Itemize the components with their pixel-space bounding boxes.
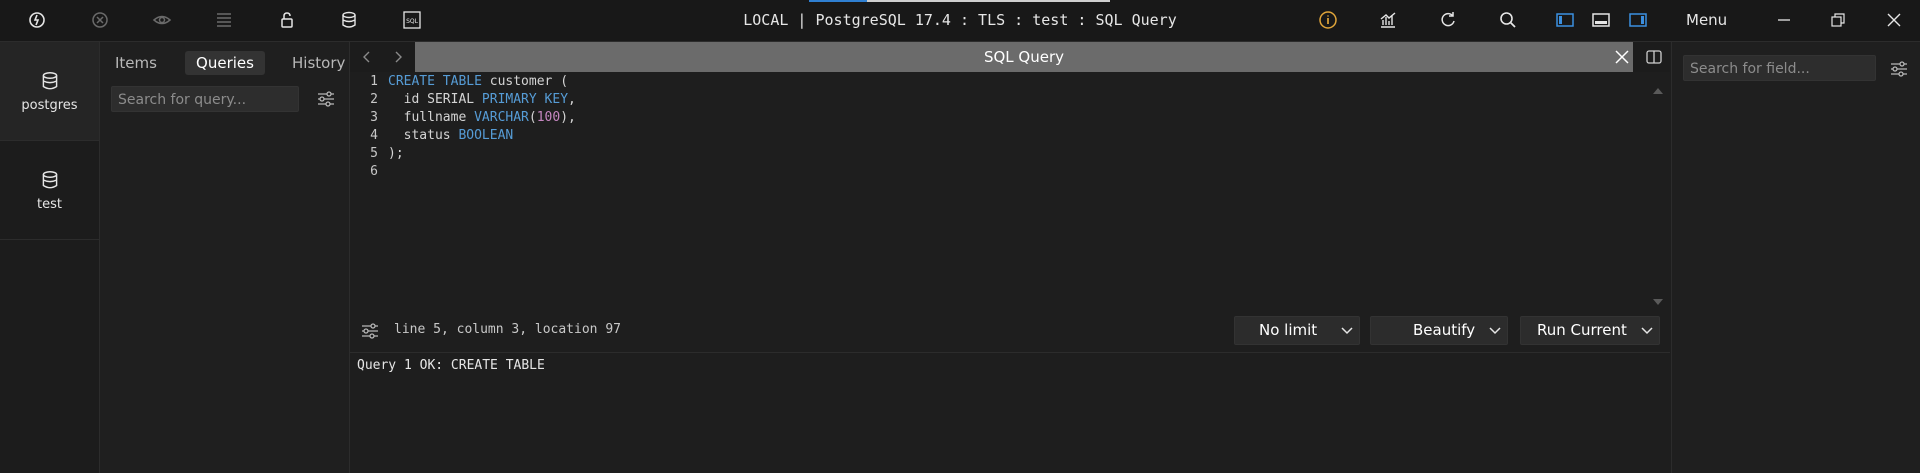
menu-button[interactable]: Menu [1686, 0, 1727, 41]
chevron-down-icon [1489, 327, 1501, 335]
code-line: status BOOLEAN [388, 128, 514, 143]
database-icon [42, 170, 57, 188]
editor-tab-title: SQL Query [983, 48, 1065, 66]
svg-text:SQL: SQL [406, 18, 419, 25]
right-panel-icon[interactable] [1626, 8, 1650, 32]
code-token: status [388, 128, 459, 143]
split-view-icon[interactable] [1645, 48, 1663, 66]
code-token: , [568, 92, 576, 107]
left-panel-icon[interactable] [1553, 8, 1577, 32]
info-icon[interactable] [1316, 8, 1340, 32]
list-icon[interactable] [212, 8, 236, 32]
sql-editor[interactable] [350, 72, 1660, 312]
db-item-test[interactable]: test [0, 141, 99, 240]
fields-panel [1671, 42, 1920, 473]
database-icon [42, 71, 57, 89]
code-token: id SERIAL [388, 92, 482, 107]
db-item-label: test [37, 196, 62, 212]
output-divider [350, 352, 1670, 353]
limit-label: No limit [1259, 321, 1318, 339]
line-number: 6 [370, 164, 378, 179]
scroll-up-icon[interactable] [1652, 80, 1664, 99]
line-number: 5 [370, 146, 378, 161]
tab-queries[interactable]: Queries [185, 51, 265, 75]
line-number: 4 [370, 128, 378, 143]
eye-icon[interactable] [150, 8, 174, 32]
code-token: ); [388, 146, 404, 161]
code-line: CREATE TABLE customer ( [388, 74, 568, 89]
beautify-label: Beautify [1413, 321, 1476, 339]
code-line: fullname VARCHAR(100), [388, 110, 576, 125]
field-search-input[interactable]: Search for field... [1683, 55, 1876, 81]
db-item-postgres[interactable]: postgres [0, 42, 99, 141]
query-output: Query 1 OK: CREATE TABLE [357, 358, 545, 373]
minimize-icon[interactable] [1772, 8, 1796, 32]
disconnect-icon[interactable] [88, 8, 112, 32]
title-accent [809, 0, 867, 2]
search-icon[interactable] [1496, 8, 1520, 32]
chart-icon[interactable] [1376, 8, 1400, 32]
line-number: 1 [370, 74, 378, 89]
run-current-label: Run Current [1537, 321, 1627, 339]
code-token: customer ( [481, 74, 569, 89]
chevron-down-icon [1641, 327, 1653, 335]
cursor-position: line 5, column 3, location 97 [394, 322, 621, 337]
chevron-down-icon [1341, 327, 1353, 335]
chevron-left-icon[interactable] [359, 48, 375, 66]
code-token: 100 [536, 110, 561, 125]
tab-history[interactable]: History [292, 51, 345, 75]
code-line: id SERIAL PRIMARY KEY, [388, 92, 576, 107]
filter-icon[interactable] [1889, 59, 1909, 79]
connection-icon[interactable] [25, 8, 49, 32]
close-tab-icon[interactable] [1613, 48, 1631, 66]
chevron-right-icon[interactable] [390, 48, 406, 66]
db-item-label: postgres [21, 97, 78, 113]
code-token: ), [560, 110, 576, 125]
code-line: ); [388, 146, 404, 161]
title-accent-light [867, 0, 1110, 2]
query-search-input[interactable]: Search for query... [111, 86, 299, 112]
code-token: BOOLEAN [458, 128, 514, 143]
refresh-icon[interactable] [1436, 8, 1460, 32]
lock-icon[interactable] [275, 8, 299, 32]
code-token: fullname [388, 110, 475, 125]
limit-dropdown[interactable]: No limit [1234, 316, 1360, 345]
close-icon[interactable] [1882, 8, 1906, 32]
restore-icon[interactable] [1826, 8, 1850, 32]
line-number: 2 [370, 92, 378, 107]
code-token: PRIMARY KEY [481, 92, 569, 107]
code-token: VARCHAR [474, 110, 529, 125]
database-icon[interactable] [337, 8, 361, 32]
code-token: CREATE TABLE [388, 74, 482, 89]
beautify-dropdown[interactable]: Beautify [1370, 316, 1508, 345]
tab-items[interactable]: Items [115, 51, 157, 75]
filter-icon[interactable] [316, 89, 336, 109]
sql-icon[interactable]: SQL [400, 8, 424, 32]
bottom-panel-icon[interactable] [1589, 8, 1613, 32]
scroll-down-icon[interactable] [1652, 291, 1664, 310]
run-current-button[interactable]: Run Current [1520, 316, 1660, 345]
editor-settings-icon[interactable] [360, 321, 380, 341]
code-token: ( [528, 110, 537, 125]
line-number: 3 [370, 110, 378, 125]
